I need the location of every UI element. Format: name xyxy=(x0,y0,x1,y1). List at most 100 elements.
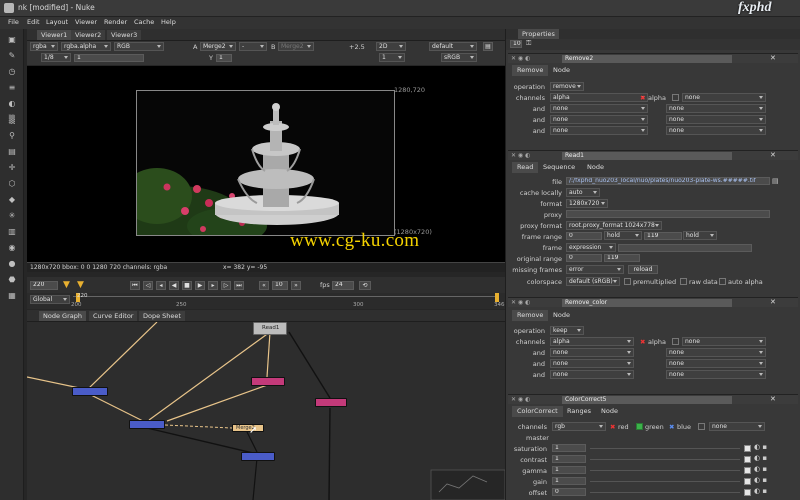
colorcorrect5-tab-ranges[interactable]: Ranges xyxy=(562,406,596,417)
read1-proxy-field[interactable] xyxy=(566,210,770,218)
plugins-tool-icon[interactable]: ▦ xyxy=(7,291,17,301)
grade-node-1[interactable] xyxy=(251,377,285,386)
play-backward-icon[interactable]: ◀ xyxy=(169,281,179,290)
gamma-swatch[interactable] xyxy=(744,467,751,474)
gamma-color-icon[interactable]: ◐ ▪ xyxy=(754,465,767,473)
timeline[interactable]: Global 200 220 250 300 346 xyxy=(27,293,505,309)
merge2-node[interactable]: Merge2 xyxy=(232,424,264,432)
views-tool-icon[interactable]: ◆ xyxy=(7,195,17,205)
gain-value[interactable]: +2.5 xyxy=(349,43,365,51)
other-tool-icon[interactable]: ⬣ xyxy=(7,275,17,285)
tab-curve-editor[interactable]: Curve Editor xyxy=(89,311,138,321)
lut-dropdown[interactable]: default xyxy=(429,42,477,51)
panel-close-icon[interactable]: ✕ xyxy=(770,395,776,403)
read1-frame-start-mode[interactable]: hold xyxy=(604,231,642,240)
menu-viewer[interactable]: Viewer xyxy=(75,18,97,26)
remove-color-channels-extra-dropdown[interactable]: none xyxy=(682,337,766,346)
remove2-name[interactable]: Remove2 xyxy=(562,55,732,63)
read1-colorspace-dropdown[interactable]: default (sRGB) xyxy=(566,277,620,286)
current-frame-field[interactable]: 220 xyxy=(30,281,58,290)
remove-color-name[interactable]: Remove_color xyxy=(562,299,732,307)
skip-forward-icon[interactable]: » xyxy=(291,281,301,290)
downrez-dropdown[interactable]: 1/8 xyxy=(41,53,71,62)
tab-viewer2[interactable]: Viewer2 xyxy=(71,30,106,40)
read1-tab-read[interactable]: Read xyxy=(512,162,539,173)
remove-node-1[interactable] xyxy=(72,387,108,396)
read1-proxy-format-dropdown[interactable]: root.proxy_format 1024x778 xyxy=(566,221,662,230)
offset-field[interactable]: 0 xyxy=(552,488,586,496)
menu-cache[interactable]: Cache xyxy=(134,18,154,26)
remove-color-and-extra-1[interactable]: none xyxy=(666,348,766,357)
offset-color-icon[interactable]: ◐ ▪ xyxy=(754,487,767,495)
lock-panel-icon[interactable]: ⚿ xyxy=(526,39,531,48)
read1-name[interactable]: Read1 xyxy=(562,152,732,160)
transform-tool-icon[interactable]: ✛ xyxy=(7,163,17,173)
remove2-and-dropdown-3[interactable]: none xyxy=(550,126,648,135)
remove2-channels-extra-dropdown[interactable]: none xyxy=(682,93,766,102)
prev-frame-icon[interactable]: ◂ xyxy=(156,281,166,290)
input-a-dropdown[interactable]: Merge2 xyxy=(200,42,236,51)
offset-slider[interactable] xyxy=(590,492,740,493)
step-field[interactable]: 10 xyxy=(272,281,288,290)
red-check-icon[interactable]: ✖ xyxy=(610,423,615,431)
color-tool-icon[interactable]: ◐ xyxy=(7,99,17,109)
remove-color-and-dropdown-1[interactable]: none xyxy=(550,348,634,357)
read1-file-field[interactable]: /:/fxphd_nuo203_local/nuo/plates/nuo203-… xyxy=(566,177,770,185)
last-frame-icon[interactable]: ⏭ xyxy=(234,281,244,290)
3d-tool-icon[interactable]: ⬡ xyxy=(7,179,17,189)
tab-viewer3[interactable]: Viewer3 xyxy=(107,30,142,40)
display-channels-dropdown[interactable]: RGB xyxy=(114,42,164,51)
remove-color-extra-checkbox[interactable] xyxy=(672,338,679,345)
panel-close-icon[interactable]: ✕ xyxy=(770,151,776,159)
max-panels-field[interactable]: 10 xyxy=(510,40,522,48)
metadata-tool-icon[interactable]: ✳ xyxy=(7,211,17,221)
next-frame-icon[interactable]: ▸ xyxy=(208,281,218,290)
view-mode-dropdown[interactable]: 2D xyxy=(376,42,406,51)
tab-dope-sheet[interactable]: Dope Sheet xyxy=(139,311,185,321)
remove-color-and-extra-2[interactable]: none xyxy=(666,359,766,368)
remove2-and-extra-2[interactable]: none xyxy=(666,115,766,124)
colorspace-dropdown[interactable]: sRGB xyxy=(441,53,477,62)
colorcorrect5-tab-node[interactable]: Node xyxy=(596,406,623,417)
remove-color-operation-dropdown[interactable]: keep xyxy=(550,326,584,335)
contrast-field[interactable]: 1 xyxy=(552,455,586,463)
read1-frame-field[interactable] xyxy=(618,244,752,252)
panel-controls-icon[interactable]: ✕ ◉ ◐ xyxy=(511,299,530,306)
read1-frame-end-field[interactable]: 119 xyxy=(644,232,682,240)
blue-check-icon[interactable]: ✖ xyxy=(669,423,674,431)
green-checkbox[interactable] xyxy=(636,423,643,430)
tab-node-graph[interactable]: Node Graph xyxy=(39,311,86,321)
merge-tool-icon[interactable]: ▤ xyxy=(7,147,17,157)
remove-color-and-dropdown-3[interactable]: none xyxy=(550,370,634,379)
read1-tab-node[interactable]: Node xyxy=(582,162,609,173)
remove-color-alpha-check-icon[interactable]: ✖ xyxy=(640,338,645,346)
input-b-dropdown[interactable]: Merge2 xyxy=(278,42,314,51)
remove2-and-extra-1[interactable]: none xyxy=(666,104,766,113)
first-frame-icon[interactable]: ⏮ xyxy=(130,281,140,290)
read1-auto-alpha-checkbox[interactable] xyxy=(719,278,726,285)
colorcorrect5-tab-colorcorrect[interactable]: ColorCorrect xyxy=(512,406,563,417)
tab-viewer1[interactable]: Viewer1 xyxy=(37,30,72,40)
keyer-tool-icon[interactable]: ⚲ xyxy=(7,131,17,141)
remove2-tab-remove[interactable]: Remove xyxy=(512,65,549,76)
menu-edit[interactable]: Edit xyxy=(27,18,40,26)
remove2-alpha-check-icon[interactable]: ✖ xyxy=(640,94,645,102)
gain-color-icon[interactable]: ◐ ▪ xyxy=(754,476,767,484)
alpha-channel-dropdown[interactable]: rgba.alpha xyxy=(61,42,111,51)
out-point-icon[interactable]: ▼ xyxy=(77,280,89,290)
skip-back-icon[interactable]: « xyxy=(259,281,269,290)
viewer-settings-icon[interactable]: ▤ xyxy=(483,42,493,51)
read1-raw-data-checkbox[interactable] xyxy=(680,278,687,285)
menu-file[interactable]: File xyxy=(8,18,19,26)
saturation-swatch[interactable] xyxy=(744,445,751,452)
gamma-field[interactable]: 1 xyxy=(552,466,586,474)
fps-field[interactable]: 24 xyxy=(332,281,354,290)
read1-original-start[interactable]: 0 xyxy=(566,254,602,262)
channel-tool-icon[interactable]: ≡ xyxy=(7,83,17,93)
remove-color-and-extra-3[interactable]: none xyxy=(666,370,766,379)
gain-swatch[interactable] xyxy=(744,478,751,485)
read1-frame-end-mode[interactable]: hold xyxy=(683,231,717,240)
saturation-field[interactable]: 1 xyxy=(552,444,586,452)
file-browse-icon[interactable]: ▤ xyxy=(772,177,779,185)
menu-layout[interactable]: Layout xyxy=(46,18,68,26)
